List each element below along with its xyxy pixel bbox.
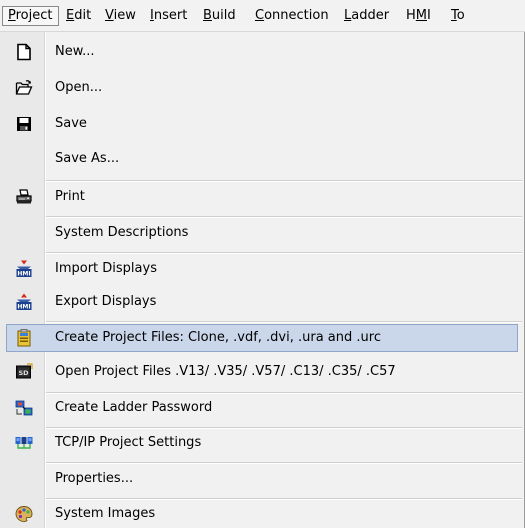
menu-item-import-displays-label: Import Displays: [55, 261, 157, 276]
menu-item-system-descriptions[interactable]: System Descriptions: [6, 219, 518, 247]
menu-item-import-displays[interactable]: HMI Import Displays: [6, 255, 518, 283]
menu-item-export-displays[interactable]: HMI Export Displays: [6, 288, 518, 316]
menu-item-properties[interactable]: Properties...: [6, 465, 518, 493]
menu-item-system-images[interactable]: System Images: [6, 500, 518, 528]
menu-item-create-project-files-label: Create Project Files: Clone, .vdf, .dvi,…: [55, 330, 381, 345]
menu-item-save[interactable]: Save: [6, 110, 518, 138]
svg-text:HMI: HMI: [17, 304, 30, 311]
menu-hmi-label: HMI: [406, 8, 431, 23]
menu-edit[interactable]: Edit: [61, 6, 96, 26]
menu-item-create-ladder-password-label: Create Ladder Password: [55, 400, 213, 415]
menu-ladder-label: Ladder: [344, 8, 390, 23]
menu-build[interactable]: Build: [198, 6, 241, 26]
menu-item-new[interactable]: New...: [6, 38, 518, 66]
menu-view[interactable]: View: [100, 6, 141, 26]
menu-item-tcpip-project-settings[interactable]: TCP/IP Project Settings: [6, 429, 518, 457]
menu-item-system-images-label: System Images: [55, 506, 156, 521]
hmi-export-icon: HMI: [15, 293, 33, 311]
menu-separator-highlight: [46, 181, 522, 182]
create-project-files-icon: [15, 329, 33, 347]
menu-connection[interactable]: Connection: [250, 6, 334, 26]
menu-project-label: Project: [8, 8, 53, 23]
menu-tools[interactable]: To: [446, 6, 470, 26]
new-file-icon: [15, 43, 33, 61]
menu-item-print[interactable]: Print: [6, 183, 518, 211]
menu-separator-highlight: [46, 463, 522, 464]
open-folder-icon: [15, 79, 33, 97]
menu-item-system-descriptions-label: System Descriptions: [55, 225, 189, 240]
menu-item-save-as-label: Save As...: [55, 151, 120, 166]
menu-connection-label: Connection: [255, 8, 329, 23]
svg-text:HMI: HMI: [17, 271, 30, 278]
menu-item-open-project-files[interactable]: SD Open Project Files .V13/ .V35/ .V57/ …: [6, 358, 518, 386]
menu-item-create-project-files[interactable]: Create Project Files: Clone, .vdf, .dvi,…: [6, 324, 518, 352]
menu-item-new-label: New...: [55, 44, 95, 59]
menu-item-save-as[interactable]: Save As...: [6, 145, 518, 173]
hmi-import-icon: HMI: [15, 260, 33, 278]
project-dropdown-menu: New... Open... Save Save As... Print Sys…: [0, 32, 525, 528]
menu-item-properties-label: Properties...: [55, 471, 134, 486]
menu-bar: Project Edit View Insert Build Connectio…: [0, 0, 525, 32]
save-disk-icon: [15, 115, 33, 133]
menu-tools-label: To: [451, 8, 465, 23]
system-images-icon: [15, 505, 33, 523]
menu-item-print-label: Print: [55, 189, 85, 204]
menu-insert[interactable]: Insert: [145, 6, 192, 26]
menu-item-open[interactable]: Open...: [6, 74, 518, 102]
open-project-files-icon: SD: [15, 363, 33, 381]
menu-ladder[interactable]: Ladder: [339, 6, 394, 26]
printer-icon: [15, 188, 33, 206]
svg-text:SD: SD: [18, 369, 29, 377]
menu-separator-highlight: [46, 217, 522, 218]
menu-separator-highlight: [46, 322, 522, 323]
ladder-password-icon: [15, 399, 33, 417]
menu-insert-label: Insert: [150, 8, 188, 23]
menu-item-open-label: Open...: [55, 80, 103, 95]
menu-item-tcpip-project-settings-label: TCP/IP Project Settings: [55, 435, 202, 450]
menu-project[interactable]: Project: [2, 6, 59, 26]
menu-separator-highlight: [46, 253, 522, 254]
menu-item-create-ladder-password[interactable]: Create Ladder Password: [6, 394, 518, 422]
menu-item-save-label: Save: [55, 116, 87, 131]
menu-edit-label: Edit: [66, 8, 92, 23]
menu-build-label: Build: [203, 8, 236, 23]
menu-view-label: View: [105, 8, 136, 23]
menu-item-export-displays-label: Export Displays: [55, 294, 157, 309]
menu-item-open-project-files-label: Open Project Files .V13/ .V35/ .V57/ .C1…: [55, 364, 396, 379]
tcpip-settings-icon: [15, 434, 33, 452]
menu-hmi[interactable]: HMI: [401, 6, 436, 26]
